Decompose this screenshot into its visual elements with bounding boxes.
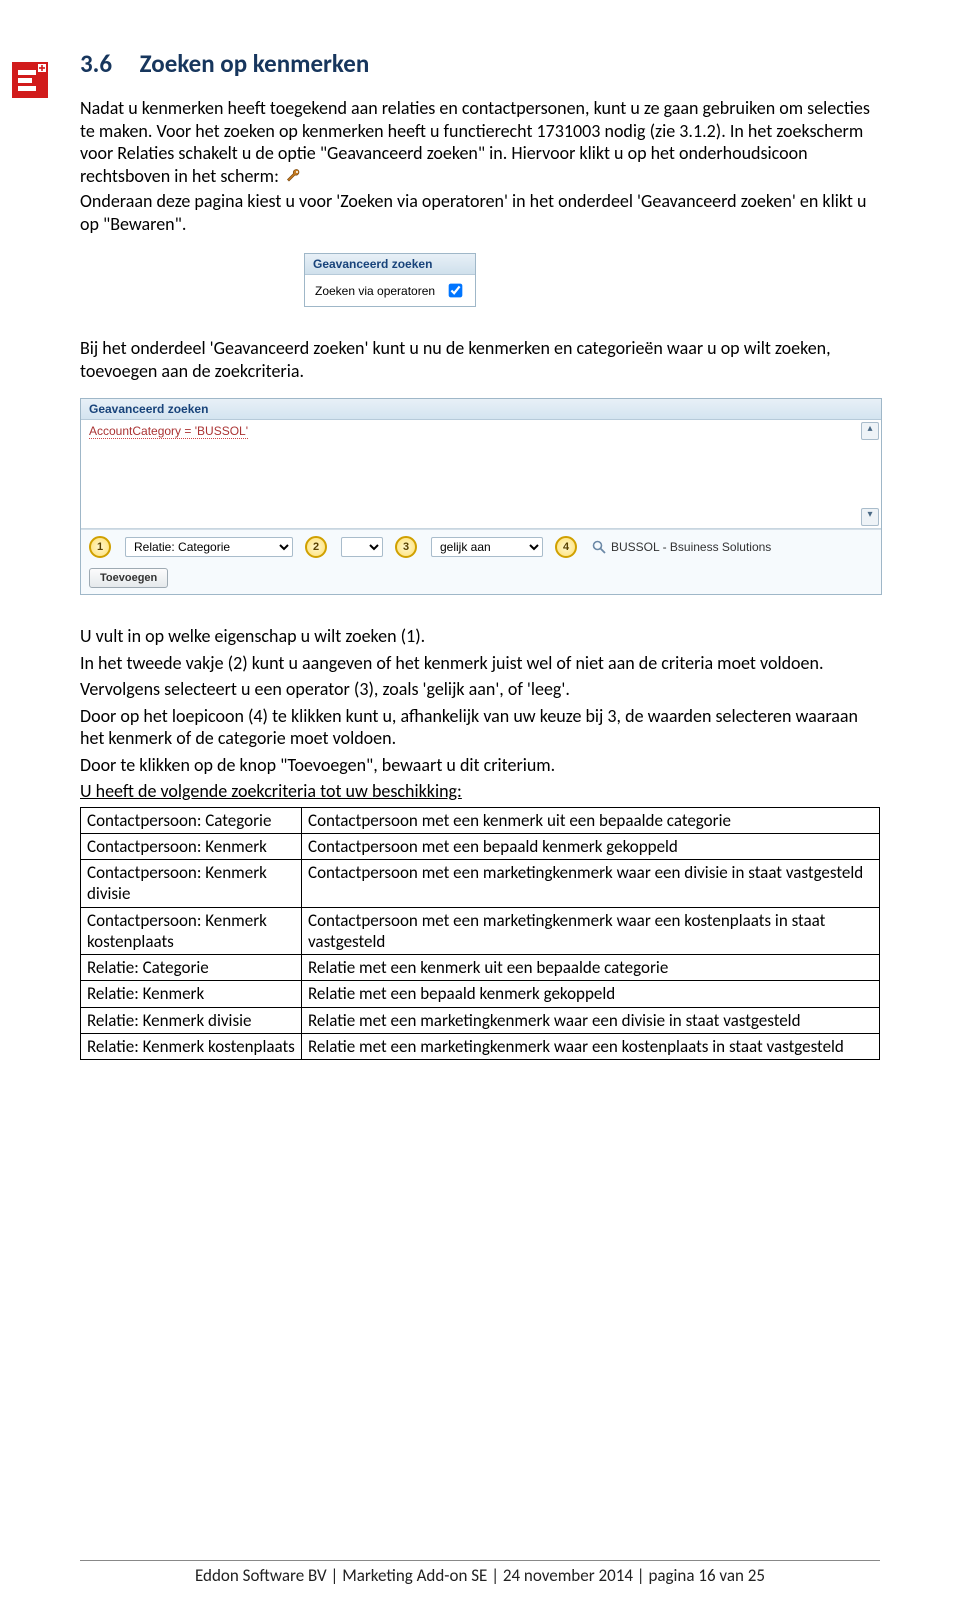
section-number: 3.6 [80,48,134,79]
intro-paragraph: Nadat u kenmerken heeft toegekend aan re… [80,97,880,235]
criteria-name-cell: Contactpersoon: Kenmerk [81,833,302,859]
criteria-name-cell: Contactpersoon: Kenmerk divisie [81,860,302,908]
criteria-desc-cell: Contactpersoon met een marketingkenmerk … [302,907,880,955]
table-row: Contactpersoon: KenmerkContactpersoon me… [81,833,880,859]
criteria-desc-cell: Relatie met een marketingkenmerk waar ee… [302,1033,880,1059]
instruction-line-5: Door te klikken op de knop "Toevoegen", … [80,754,880,777]
value-lookup[interactable]: BUSSOL - Bsuiness Solutions [591,539,771,555]
marker-4: 4 [555,536,577,558]
paragraph-2: Bij het onderdeel 'Geavanceerd zoeken' k… [80,337,880,382]
marker-2: 2 [305,536,327,558]
table-row: Relatie: KenmerkRelatie met een bepaald … [81,981,880,1007]
table-row: Relatie: Kenmerk divisieRelatie met een … [81,1007,880,1033]
table-row: Contactpersoon: Kenmerk divisieContactpe… [81,860,880,908]
table-row: Contactpersoon: Kenmerk kostenplaatsCont… [81,907,880,955]
negate-select[interactable] [341,537,383,557]
criteria-table: Contactpersoon: CategorieContactpersoon … [80,807,880,1061]
add-criterion-button[interactable]: Toevoegen [89,568,168,588]
criteria-desc-cell: Contactpersoon met een bepaald kenmerk g… [302,833,880,859]
lookup-value-text: BUSSOL - Bsuiness Solutions [611,540,771,554]
magnifier-icon[interactable] [591,539,607,555]
criteria-desc-cell: Contactpersoon met een kenmerk uit een b… [302,807,880,833]
scroll-up-button[interactable]: ▴ [861,422,879,440]
section-heading: 3.6 Zoeken op kenmerken [80,48,880,79]
criteria-table-label: U heeft de volgende zoekcriteria tot uw … [80,780,880,803]
page-footer: Eddon Software BV | Marketing Add-on SE … [0,1560,960,1586]
wrench-icon [285,167,303,191]
panel1-option-label: Zoeken via operatoren [315,284,435,298]
criteria-name-cell: Contactpersoon: Kenmerk kostenplaats [81,907,302,955]
criteria-name-cell: Contactpersoon: Categorie [81,807,302,833]
footer-text: Eddon Software BV | Marketing Add-on SE … [195,1565,765,1586]
criteria-desc-cell: Relatie met een bepaald kenmerk gekoppel… [302,981,880,1007]
table-row: Relatie: Kenmerk kostenplaatsRelatie met… [81,1033,880,1059]
criteria-name-cell: Relatie: Kenmerk kostenplaats [81,1033,302,1059]
criteria-name-cell: Relatie: Categorie [81,955,302,981]
advanced-search-panel: Geavanceerd zoeken AccountCategory = 'BU… [80,398,882,595]
field-select[interactable]: Relatie: Categorie [125,537,293,557]
marker-1: 1 [89,536,111,558]
criteria-expression-text: AccountCategory = 'BUSSOL' [89,424,248,439]
search-via-operators-checkbox[interactable] [449,284,463,298]
criteria-desc-cell: Contactpersoon met een marketingkenmerk … [302,860,880,908]
table-row: Relatie: CategorieRelatie met een kenmer… [81,955,880,981]
instruction-line-1: U vult in op welke eigenschap u wilt zoe… [80,625,880,648]
brand-logo [12,62,48,98]
scroll-down-button[interactable]: ▾ [861,508,879,526]
criteria-expression-area[interactable]: AccountCategory = 'BUSSOL' ▴ ▾ [81,420,881,529]
section-title: Zoeken op kenmerken [140,48,370,79]
criteria-name-cell: Relatie: Kenmerk divisie [81,1007,302,1033]
advanced-search-settings-panel: Geavanceerd zoeken Zoeken via operatoren [304,253,476,307]
marker-3: 3 [395,536,417,558]
criteria-name-cell: Relatie: Kenmerk [81,981,302,1007]
instruction-line-4: Door op het loepicoon (4) te klikken kun… [80,705,880,750]
criteria-desc-cell: Relatie met een marketingkenmerk waar ee… [302,1007,880,1033]
panel2-header: Geavanceerd zoeken [81,399,881,420]
criteria-desc-cell: Relatie met een kenmerk uit een bepaalde… [302,955,880,981]
operator-select[interactable]: gelijk aan [431,537,543,557]
instruction-line-3: Vervolgens selecteert u een operator (3)… [80,678,880,701]
panel1-header: Geavanceerd zoeken [305,254,475,275]
table-row: Contactpersoon: CategorieContactpersoon … [81,807,880,833]
instruction-line-2: In het tweede vakje (2) kunt u aangeven … [80,652,880,675]
